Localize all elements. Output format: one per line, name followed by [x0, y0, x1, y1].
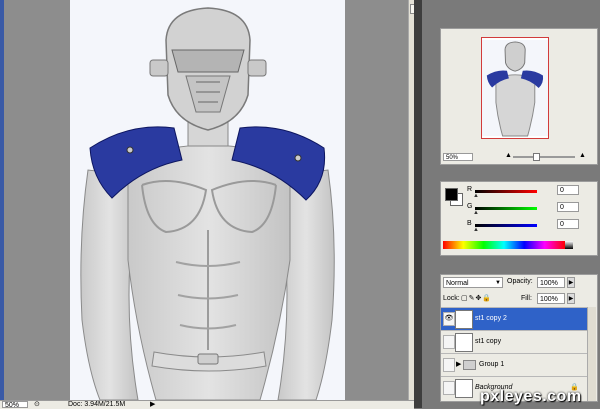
fill-field[interactable]: 100%	[537, 293, 565, 304]
fill-slider-button[interactable]: ▶	[567, 293, 575, 304]
eye-icon[interactable]: 👁	[443, 312, 455, 326]
foreground-color-swatch[interactable]	[445, 188, 458, 201]
opacity-slider-button[interactable]: ▶	[567, 277, 575, 288]
layers-panel: Normal ▼ Opacity: 100% ▶ Lock: ▢✎✥🔒 Fill…	[440, 274, 598, 402]
visibility-toggle[interactable]	[443, 358, 455, 372]
red-value-field[interactable]: 0	[557, 185, 579, 195]
watermark-logo: pxleyes.com	[480, 388, 582, 405]
zoom-out-icon[interactable]: ▲	[505, 152, 512, 159]
layer-row-group-1[interactable]: ▶ Group 1	[441, 353, 587, 376]
layers-scrollbar[interactable]	[587, 307, 596, 401]
navigator-panel: 50% ▲ ▲	[440, 28, 598, 165]
green-channel-label: G	[467, 203, 473, 210]
red-slider-knob-icon[interactable]: ▲	[473, 193, 479, 199]
red-channel-label: R	[467, 186, 473, 193]
zoom-level-field[interactable]: 50%	[2, 401, 28, 409]
color-spectrum-bar[interactable]	[443, 241, 565, 249]
lock-transparency-icon[interactable]: ▢	[461, 295, 469, 302]
layer-row-st1-copy-2[interactable]: 👁 st1 copy 2	[441, 307, 587, 330]
opacity-field[interactable]: 100%	[537, 277, 565, 288]
chevron-down-icon: ▼	[495, 280, 501, 286]
layer-thumbnail	[455, 310, 473, 329]
color-panel: R ▲ 0 G ▲ 0 B ▲ 0	[440, 181, 598, 256]
panel-dock: 50% ▲ ▲ R ▲ 0 G ▲ 0 B ▲ 0 Normal ▼ Opaci…	[422, 0, 600, 408]
blue-channel-slider[interactable]	[475, 224, 537, 227]
navigator-zoom-field[interactable]: 50%	[443, 153, 473, 161]
blend-mode-value: Normal	[446, 280, 469, 287]
zoom-slider-knob[interactable]	[533, 153, 540, 161]
visibility-toggle[interactable]	[443, 381, 455, 395]
status-info-icon[interactable]: ⊙	[34, 401, 42, 408]
zoom-in-icon[interactable]: ▲	[579, 152, 586, 159]
lock-image-icon[interactable]: ✎	[469, 295, 476, 302]
document-canvas[interactable]	[70, 0, 345, 400]
sketch-artwork	[80, 7, 335, 400]
expand-arrow-icon[interactable]: ▶	[456, 360, 461, 368]
green-slider-knob-icon[interactable]: ▲	[473, 210, 479, 216]
black-white-ramp[interactable]	[565, 241, 573, 249]
lock-label: Lock:	[443, 295, 460, 302]
blue-slider-knob-icon[interactable]: ▲	[473, 227, 479, 233]
blue-value-field[interactable]: 0	[557, 219, 579, 229]
left-panel-edge	[0, 0, 4, 400]
layer-name: Group 1	[479, 361, 505, 368]
canvas-area	[0, 0, 417, 400]
folder-icon	[463, 360, 476, 370]
layer-thumbnail	[455, 333, 473, 352]
green-channel-slider[interactable]	[475, 207, 537, 210]
blue-channel-label: B	[467, 220, 472, 227]
opacity-label: Opacity:	[507, 278, 533, 285]
layer-thumbnail	[455, 379, 473, 398]
green-value-field[interactable]: 0	[557, 202, 579, 212]
lock-all-icon[interactable]: 🔒	[482, 295, 492, 302]
navigator-preview-image	[482, 40, 548, 137]
layer-name: st1 copy	[475, 338, 502, 345]
red-channel-slider[interactable]	[475, 190, 537, 193]
blend-mode-select[interactable]: Normal ▼	[443, 277, 503, 288]
navigator-thumbnail[interactable]	[481, 37, 549, 139]
navigator-zoom-slider[interactable]	[513, 156, 575, 158]
visibility-toggle[interactable]	[443, 335, 455, 349]
fill-label: Fill:	[521, 295, 532, 302]
layer-row-st1-copy[interactable]: st1 copy	[441, 330, 587, 353]
lock-options: ▢✎✥🔒	[461, 294, 492, 302]
layer-name: st1 copy 2	[475, 315, 507, 322]
panel-gutter	[414, 0, 422, 408]
